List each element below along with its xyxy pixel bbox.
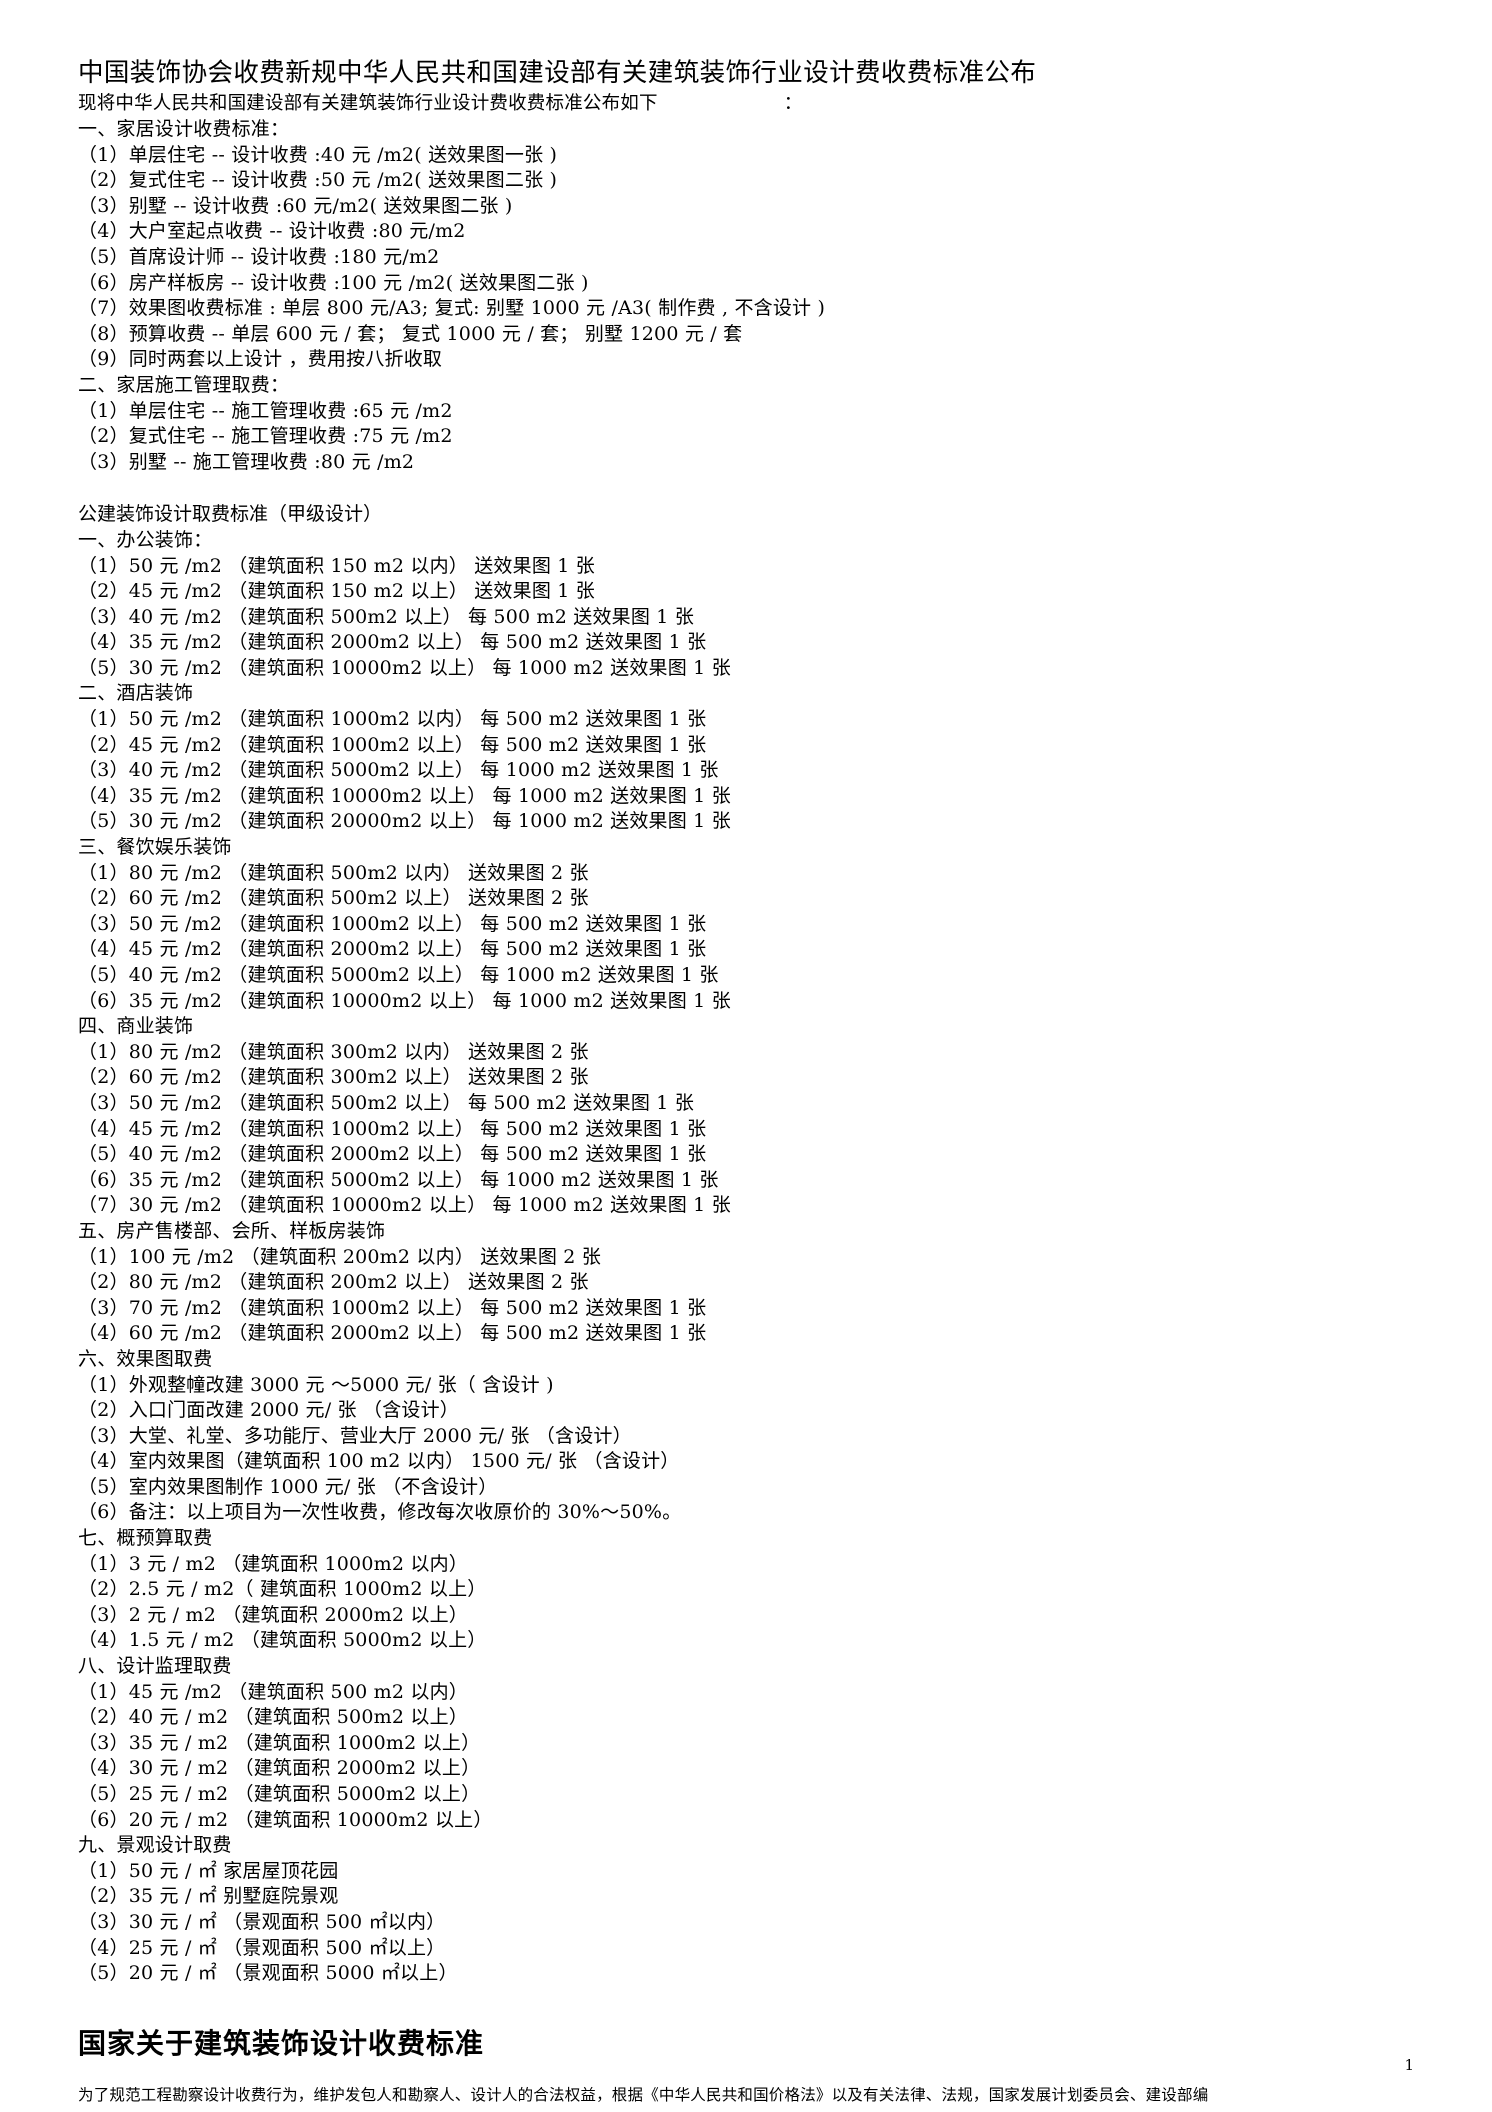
list-item: （3）别墅 -- 设计收费 :60 元/m2( 送效果图二张 ) xyxy=(78,194,513,217)
list-item: （3）50 元 /m2 （建筑面积 1000m2 以上） 每 500 m2 送效… xyxy=(78,912,707,935)
list-item: （1）单层住宅 -- 施工管理收费 :65 元 /m2 xyxy=(78,399,453,422)
page-number: 1 xyxy=(1404,2056,1414,2074)
list-item: （5）30 元 /m2 （建筑面积 10000m2 以上） 每 1000 m2 … xyxy=(78,656,731,679)
list-item: （4）45 元 /m2 （建筑面积 2000m2 以上） 每 500 m2 送效… xyxy=(78,938,707,961)
list-item: （3）大堂、礼堂、多功能厅、营业大厅 2000 元/ 张 （含设计） xyxy=(78,1424,632,1447)
list-item: （5）40 元 /m2 （建筑面积 2000m2 以上） 每 500 m2 送效… xyxy=(78,1143,707,1166)
list-item: （4）25 元 / ㎡ （景观面积 500 ㎡以上） xyxy=(78,1936,446,1959)
national-standard-paragraph: 为了规范工程勘察设计收费行为，维护发包人和勘察人、设计人的合法权益，根据《中华人… xyxy=(78,2085,1209,2104)
list-item: （2）复式住宅 -- 设计收费 :50 元 /m2( 送效果图二张 ) xyxy=(78,169,558,192)
document-page: 中国装饰协会收费新规中华人民共和国建设部有关建筑装饰行业设计费收费标准公布 现将… xyxy=(0,0,1492,2112)
list-item: （1）3 元 / m2 （建筑面积 1000m2 以内） xyxy=(78,1552,468,1575)
group-heading-budget: 七、概预算取费 xyxy=(78,1527,213,1550)
list-item: （4）大户室起点收费 -- 设计收费 :80 元/m2 xyxy=(78,220,466,243)
list-item: （3）35 元 / m2 （建筑面积 1000m2 以上） xyxy=(78,1731,481,1754)
list-item: （3）50 元 /m2 （建筑面积 500m2 以上） 每 500 m2 送效果… xyxy=(78,1091,695,1114)
list-item: （6）35 元 /m2 （建筑面积 10000m2 以上） 每 1000 m2 … xyxy=(78,989,731,1012)
list-item: （3）30 元 / ㎡ （景观面积 500 ㎡以内） xyxy=(78,1910,446,1933)
list-item: （4）1.5 元 / m2 （建筑面积 5000m2 以上） xyxy=(78,1629,487,1652)
group-heading-dining: 三、餐饮娱乐装饰 xyxy=(78,836,232,859)
list-item: （3）2 元 / m2 （建筑面积 2000m2 以上） xyxy=(78,1603,468,1626)
group-heading-rendering: 六、效果图取费 xyxy=(78,1347,213,1370)
list-item: （2）45 元 /m2 （建筑面积 1000m2 以上） 每 500 m2 送效… xyxy=(78,733,707,756)
group-heading-landscape: 九、景观设计取费 xyxy=(78,1834,232,1857)
list-item: （2）35 元 / ㎡ 别墅庭院景观 xyxy=(78,1885,339,1908)
list-item: （2）复式住宅 -- 施工管理收费 :75 元 /m2 xyxy=(78,425,453,448)
list-item: （5）40 元 /m2 （建筑面积 5000m2 以上） 每 1000 m2 送… xyxy=(78,964,719,986)
list-item: （1）50 元 / ㎡ 家居屋顶花园 xyxy=(78,1859,339,1882)
home-construction-heading: 二、家居施工管理取费： xyxy=(78,373,290,396)
list-item: （1）外观整幢改建 3000 元 ～5000 元/ 张（ 含设计 ) xyxy=(78,1373,554,1396)
list-item: （4）35 元 /m2 （建筑面积 10000m2 以上） 每 1000 m2 … xyxy=(78,784,731,807)
list-item: （7）效果图收费标准 : 单层 800 元/A3; 复式: 别墅 1000 元 … xyxy=(78,297,826,320)
group-heading-hotel: 二、酒店装饰 xyxy=(78,682,194,705)
list-item: （2）60 元 /m2 （建筑面积 300m2 以上） 送效果图 2 张 xyxy=(78,1066,589,1089)
home-design-heading: 一、家居设计收费标准： xyxy=(78,118,290,140)
list-item: （2）2.5 元 / m2（ 建筑面积 1000m2 以上） xyxy=(78,1578,487,1601)
list-item: （3）40 元 /m2 （建筑面积 5000m2 以上） 每 1000 m2 送… xyxy=(78,759,719,782)
list-item: （2）60 元 /m2 （建筑面积 500m2 以上） 送效果图 2 张 xyxy=(78,887,589,910)
list-item: （1）50 元 /m2 （建筑面积 150 m2 以内） 送效果图 1 张 xyxy=(78,554,595,577)
list-item: （1）80 元 /m2 （建筑面积 500m2 以内） 送效果图 2 张 xyxy=(78,861,589,884)
list-item: （6）房产样板房 -- 设计收费 :100 元 /m2( 送效果图二张 ) xyxy=(78,271,589,294)
list-item: （4）30 元 / m2 （建筑面积 2000m2 以上） xyxy=(78,1757,481,1780)
list-item: （3）70 元 /m2 （建筑面积 1000m2 以上） 每 500 m2 送效… xyxy=(78,1296,707,1319)
lead-text: 现将中华人民共和国建设部有关建筑装饰行业设计费收费标准公布如下 xyxy=(78,93,658,114)
list-item: （1）45 元 /m2 （建筑面积 500 m2 以内） xyxy=(78,1680,468,1703)
lead-colon: ： xyxy=(783,93,803,114)
group-heading-supervision: 八、设计监理取费 xyxy=(78,1655,232,1678)
page-title: 中国装饰协会收费新规中华人民共和国建设部有关建筑装饰行业设计费收费标准公布 xyxy=(78,58,1037,88)
list-item: （4）45 元 /m2 （建筑面积 1000m2 以上） 每 500 m2 送效… xyxy=(78,1117,707,1140)
list-item: （5）25 元 / m2 （建筑面积 5000m2 以上） xyxy=(78,1783,481,1805)
list-item: （4）35 元 /m2 （建筑面积 2000m2 以上） 每 500 m2 送效… xyxy=(78,631,707,654)
list-item: （5）30 元 /m2 （建筑面积 20000m2 以上） 每 1000 m2 … xyxy=(78,810,731,833)
list-item: （1）100 元 /m2 （建筑面积 200m2 以内） 送效果图 2 张 xyxy=(78,1245,602,1268)
group-heading-commercial: 四、商业装饰 xyxy=(78,1015,194,1038)
lead-paragraph: 现将中华人民共和国建设部有关建筑装饰行业设计费收费标准公布如下 ： xyxy=(78,92,1414,116)
list-item: （6）20 元 / m2 （建筑面积 10000m2 以上） xyxy=(78,1808,493,1831)
list-item: （2）40 元 / m2 （建筑面积 500m2 以上） xyxy=(78,1706,468,1729)
list-item: （6）35 元 /m2 （建筑面积 5000m2 以上） 每 1000 m2 送… xyxy=(78,1168,719,1191)
list-item: （1）单层住宅 -- 设计收费 :40 元 /m2( 送效果图一张 ) xyxy=(78,143,558,166)
list-item: （5）室内效果图制作 1000 元/ 张 （不含设计） xyxy=(78,1475,498,1498)
national-standard-section: 国家关于建筑装饰设计收费标准 为了规范工程勘察设计收费行为，维护发包人和勘察人、… xyxy=(78,2025,1414,2107)
list-item: （1）50 元 /m2 （建筑面积 1000m2 以内） 每 500 m2 送效… xyxy=(78,708,707,731)
list-item: （3）别墅 -- 施工管理收费 :80 元 /m2 xyxy=(78,450,415,473)
list-item: （5）首席设计师 -- 设计收费 :180 元/m2 xyxy=(78,245,440,268)
list-item: （2）入口门面改建 2000 元/ 张 （含设计） xyxy=(78,1399,460,1422)
list-item: （7）30 元 /m2 （建筑面积 10000m2 以上） 每 1000 m2 … xyxy=(78,1194,731,1217)
list-item: （1）80 元 /m2 （建筑面积 300m2 以内） 送效果图 2 张 xyxy=(78,1040,589,1063)
list-item: （4）室内效果图（建筑面积 100 m2 以内） 1500 元/ 张 （含设计） xyxy=(78,1450,680,1473)
public-section-heading: 公建装饰设计取费标准（甲级设计） xyxy=(78,503,383,526)
list-item: （2）45 元 /m2 （建筑面积 150 m2 以上） 送效果图 1 张 xyxy=(78,580,595,603)
group-heading-sales-office: 五、房产售楼部、会所、样板房装饰 xyxy=(78,1219,386,1242)
list-item: （2）80 元 /m2 （建筑面积 200m2 以上） 送效果图 2 张 xyxy=(78,1271,589,1294)
list-item: （5）20 元 / ㎡ （景观面积 5000 ㎡以上） xyxy=(78,1962,458,1985)
list-item: （4）60 元 /m2 （建筑面积 2000m2 以上） 每 500 m2 送效… xyxy=(78,1322,707,1345)
list-item: （9）同时两套以上设计 ，费用按八折收取 xyxy=(78,348,443,371)
list-item: （6）备注：以上项目为一次性收费，修改每次收原价的 30%～50%。 xyxy=(78,1501,682,1524)
national-standard-heading: 国家关于建筑装饰设计收费标准 xyxy=(78,2026,485,2060)
list-item: （3）40 元 /m2 （建筑面积 500m2 以上） 每 500 m2 送效果… xyxy=(78,605,695,628)
group-heading-office: 一、办公装饰： xyxy=(78,528,213,551)
list-item: （8）预算收费 -- 单层 600 元 / 套； 复式 1000 元 / 套； … xyxy=(78,322,743,345)
